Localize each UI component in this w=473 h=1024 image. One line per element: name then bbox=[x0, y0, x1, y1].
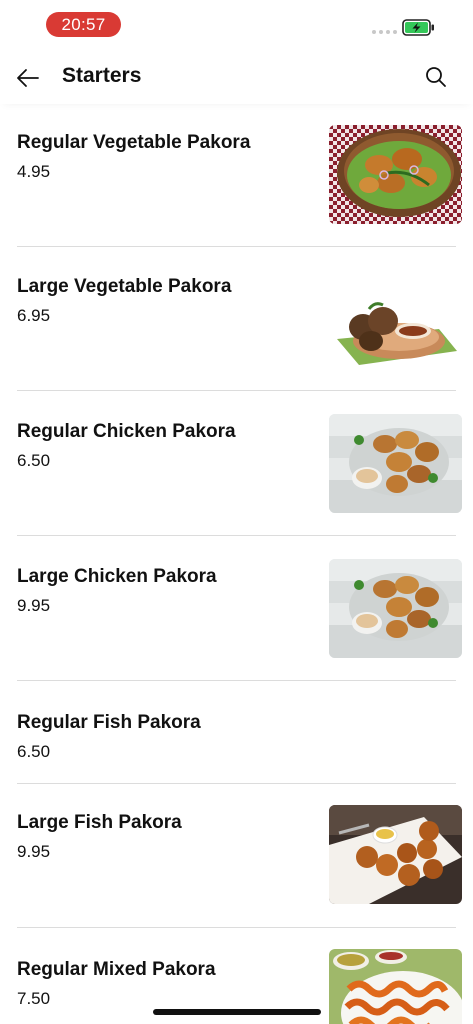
item-image-fish-pakora bbox=[329, 805, 462, 904]
item-price: 7.50 bbox=[17, 989, 51, 1008]
menu-item[interactable]: Regular Fish Pakora 6.50 bbox=[0, 683, 473, 784]
item-image-chicken-pakora bbox=[329, 559, 462, 658]
item-price: 6.95 bbox=[17, 306, 51, 325]
item-image-mixed-pakora bbox=[329, 949, 462, 1024]
divider bbox=[17, 535, 456, 536]
item-price: 4.95 bbox=[17, 162, 51, 181]
item-price: 6.50 bbox=[17, 742, 51, 761]
item-name: Regular Mixed Pakora bbox=[17, 959, 216, 980]
item-name: Regular Chicken Pakora bbox=[17, 421, 236, 442]
nav-header: Starters bbox=[0, 50, 473, 104]
item-image-vegetable-pakora-plate bbox=[329, 269, 462, 368]
item-price: 9.95 bbox=[17, 842, 51, 861]
arrow-left-icon bbox=[17, 69, 39, 87]
menu-item[interactable]: Large Chicken Pakora 9.95 bbox=[0, 538, 473, 683]
item-image-chicken-pakora bbox=[329, 414, 462, 513]
signal-icon bbox=[372, 30, 397, 34]
item-price: 9.95 bbox=[17, 596, 51, 615]
status-bar: 20:57 bbox=[0, 0, 473, 50]
menu-item[interactable]: Regular Chicken Pakora 6.50 bbox=[0, 393, 473, 538]
menu-item[interactable]: Large Fish Pakora 9.95 bbox=[0, 784, 473, 929]
item-price: 6.50 bbox=[17, 451, 51, 470]
menu-item[interactable]: Regular Vegetable Pakora 4.95 bbox=[0, 104, 473, 248]
status-time: 20:57 bbox=[46, 12, 121, 37]
divider bbox=[17, 680, 456, 681]
item-name: Regular Fish Pakora bbox=[17, 712, 201, 733]
item-name: Large Vegetable Pakora bbox=[17, 276, 232, 297]
back-button[interactable] bbox=[14, 64, 42, 92]
home-indicator[interactable] bbox=[153, 1009, 321, 1015]
item-name: Large Fish Pakora bbox=[17, 812, 182, 833]
divider bbox=[17, 390, 456, 391]
page-title: Starters bbox=[62, 64, 142, 87]
search-button[interactable] bbox=[423, 64, 449, 90]
menu-list: Regular Vegetable Pakora 4.95 Large Vege… bbox=[0, 104, 473, 1024]
battery-charging-icon bbox=[402, 19, 434, 36]
item-name: Large Chicken Pakora bbox=[17, 566, 217, 587]
item-name: Regular Vegetable Pakora bbox=[17, 132, 251, 153]
menu-item[interactable]: Large Vegetable Pakora 6.95 bbox=[0, 248, 473, 393]
item-image-vegetable-pakora-basket bbox=[329, 125, 462, 224]
divider bbox=[17, 927, 456, 928]
divider bbox=[17, 246, 456, 247]
search-icon bbox=[426, 67, 446, 87]
